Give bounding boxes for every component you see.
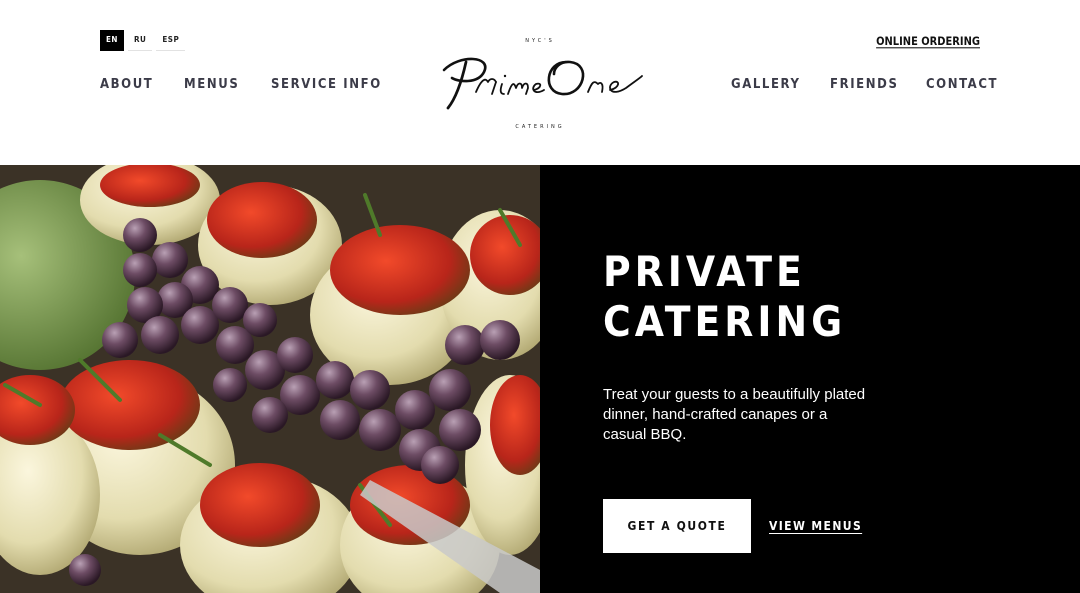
- brand-logo[interactable]: NYC'S CATERING: [430, 38, 650, 133]
- lang-en[interactable]: EN: [100, 30, 124, 51]
- get-a-quote-button[interactable]: GET A QUOTE: [603, 499, 751, 553]
- nav-service-info[interactable]: SERVICE INFO: [271, 77, 382, 92]
- food-photo-illustration: [0, 165, 540, 593]
- logo-wordmark-icon: [442, 57, 643, 110]
- nav-gallery[interactable]: GALLERY: [731, 77, 801, 92]
- logo-tagline-top: NYC'S: [525, 38, 555, 44]
- site-header: EN RU ESP ONLINE ORDERING ABOUT MENUS SE…: [0, 0, 1080, 165]
- nav-friends[interactable]: FRIENDS: [830, 77, 898, 92]
- nav-about[interactable]: ABOUT: [100, 77, 153, 92]
- lang-ru[interactable]: RU: [127, 30, 153, 51]
- language-switcher: EN RU ESP: [100, 30, 186, 51]
- logo-tagline-bottom: CATERING: [515, 124, 565, 130]
- view-menus-link[interactable]: VIEW MENUS: [769, 519, 862, 533]
- hero-food-image: [0, 165, 540, 593]
- hero-title: PRIVATE CATERING: [603, 247, 923, 347]
- nav-contact[interactable]: CONTACT: [926, 77, 998, 92]
- online-ordering-link[interactable]: ONLINE ORDERING: [876, 35, 980, 49]
- hero-panel: PRIVATE CATERING Treat your guests to a …: [540, 165, 1080, 593]
- lang-esp[interactable]: ESP: [156, 30, 186, 51]
- hero-description: Treat your guests to a beautifully plate…: [603, 386, 866, 443]
- nav-menus[interactable]: MENUS: [184, 77, 239, 92]
- hero-title-line1: PRIVATE: [603, 247, 806, 296]
- hero-title-line2: CATERING: [603, 297, 847, 346]
